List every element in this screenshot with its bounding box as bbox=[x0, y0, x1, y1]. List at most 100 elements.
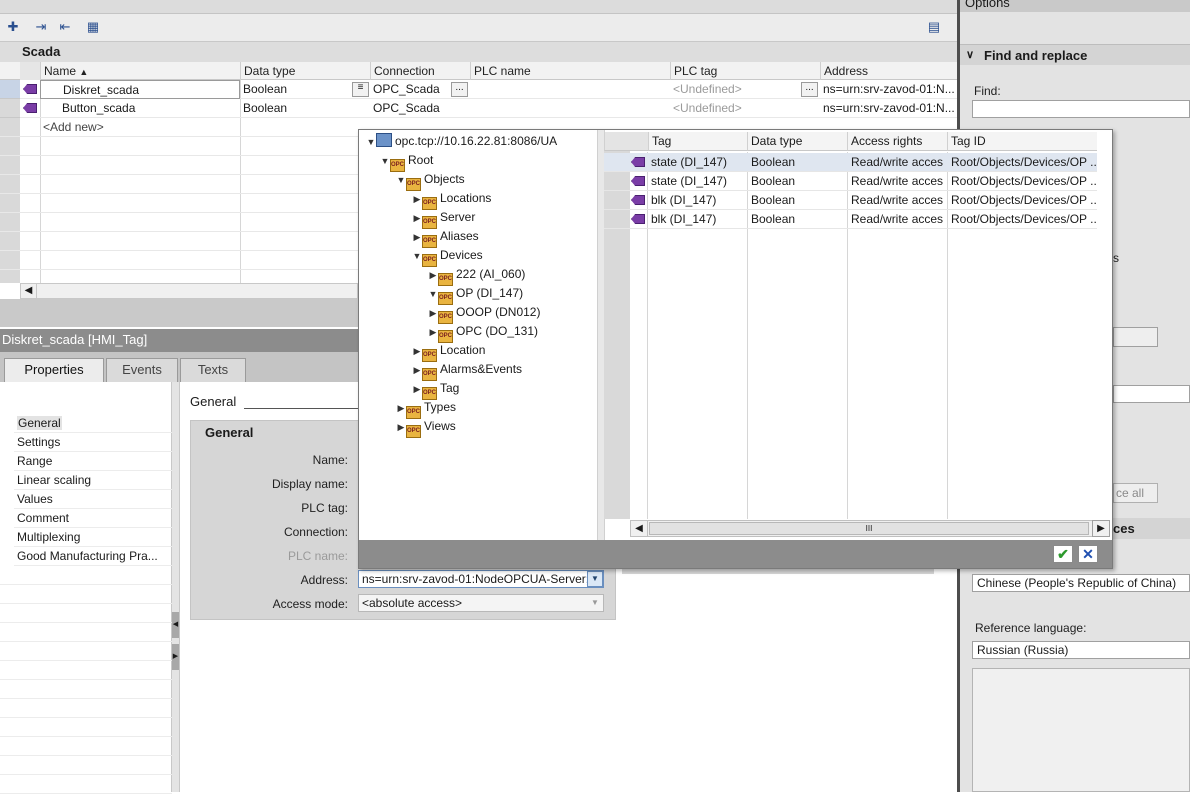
scroll-thumb[interactable]: III bbox=[649, 522, 1089, 535]
column-tag-id[interactable]: Tag ID bbox=[947, 132, 1097, 151]
expanded-icon[interactable]: ▼ bbox=[428, 285, 438, 304]
collapsed-icon[interactable]: ▶ bbox=[428, 304, 438, 323]
collapsed-icon[interactable]: ▶ bbox=[428, 323, 438, 342]
access-cell[interactable]: Read/write acces bbox=[848, 210, 947, 229]
column-tag[interactable]: Tag bbox=[648, 132, 747, 151]
tree-node-ooop[interactable]: ▶ OPC OOOP (DN012) bbox=[428, 303, 540, 324]
scroll-left-icon[interactable]: ◀ bbox=[631, 521, 648, 536]
tag-list-row[interactable]: state (DI_147) Boolean Read/write acces … bbox=[604, 172, 1097, 191]
column-connection[interactable]: Connection bbox=[370, 62, 470, 80]
plc-tag-cell[interactable]: <Undefined> bbox=[670, 80, 800, 99]
tag-cell[interactable]: state (DI_147) bbox=[648, 153, 748, 172]
nav-linear-scaling[interactable]: Linear scaling bbox=[14, 471, 172, 490]
access-mode-select[interactable]: <absolute access> bbox=[358, 594, 604, 612]
window-layout-icon[interactable]: ▤ bbox=[925, 19, 943, 35]
address-dropdown-icon[interactable]: ▼ bbox=[587, 571, 603, 587]
reference-language-select[interactable]: Russian (Russia) bbox=[972, 641, 1190, 659]
expanded-icon[interactable]: ▼ bbox=[412, 247, 422, 266]
nav-comment[interactable]: Comment bbox=[14, 509, 172, 528]
collapsed-icon[interactable]: ▶ bbox=[428, 266, 438, 285]
tree-node-aliases[interactable]: ▶ OPC Aliases bbox=[412, 227, 479, 248]
nav-multiplexing[interactable]: Multiplexing bbox=[14, 528, 172, 547]
nav-values[interactable]: Values bbox=[14, 490, 172, 509]
address-field[interactable]: ns=urn:srv-zavod-01:NodeOPCUA-Server;s bbox=[358, 570, 604, 588]
tag-id-cell[interactable]: Root/Objects/Devices/OP ... bbox=[948, 153, 1097, 172]
tree-node-views[interactable]: ▶ OPC Views bbox=[396, 417, 456, 438]
expand-right-icon[interactable]: ▶ bbox=[172, 644, 179, 670]
tree-node-locations[interactable]: ▶ OPC Locations bbox=[412, 189, 491, 210]
collapsed-icon[interactable]: ▶ bbox=[396, 418, 406, 437]
tag-name-cell[interactable]: Button_scada bbox=[40, 99, 240, 118]
tag-name-cell[interactable]: Diskret_scada bbox=[40, 80, 240, 99]
column-data-type[interactable]: Data type bbox=[240, 62, 370, 80]
plc-tag-cell[interactable]: <Undefined> bbox=[670, 99, 820, 118]
replace-button[interactable] bbox=[1113, 327, 1158, 347]
ok-check-icon[interactable]: ✔ bbox=[1053, 545, 1073, 563]
tree-node-alarms[interactable]: ▶ OPC Alarms&Events bbox=[412, 360, 522, 381]
tab-events[interactable]: Events bbox=[106, 358, 178, 382]
collapsed-icon[interactable]: ▶ bbox=[412, 342, 422, 361]
tag-id-cell[interactable]: Root/Objects/Devices/OP ... bbox=[948, 191, 1097, 210]
data-type-cell[interactable]: Boolean bbox=[240, 99, 370, 118]
collapsed-icon[interactable]: ▶ bbox=[412, 380, 422, 399]
tree-node-types[interactable]: ▶ OPC Types bbox=[396, 398, 456, 419]
collapsed-icon[interactable]: ▶ bbox=[412, 190, 422, 209]
find-input[interactable] bbox=[972, 100, 1190, 118]
tree-node-server[interactable]: ▼ opc.tcp://10.16.22.81:8086/UA bbox=[366, 132, 557, 151]
access-cell[interactable]: Read/write acces bbox=[848, 172, 947, 191]
tree-node-op[interactable]: ▼ OPC OP (DI_147) bbox=[428, 284, 523, 305]
replace-all-button[interactable]: ce all bbox=[1113, 483, 1158, 503]
editing-language-select[interactable]: Chinese (People's Republic of China) bbox=[972, 574, 1190, 592]
data-type-cell[interactable]: Boolean bbox=[748, 172, 848, 191]
data-type-list-icon[interactable]: ≡ bbox=[352, 82, 369, 97]
languages-header[interactable]: ces bbox=[1113, 518, 1190, 539]
collapsed-icon[interactable]: ▶ bbox=[412, 361, 422, 380]
expanded-icon[interactable]: ▼ bbox=[380, 152, 390, 171]
tree-node-location[interactable]: ▶ OPC Location bbox=[412, 341, 485, 362]
add-new-cell[interactable]: <Add new> bbox=[40, 118, 240, 137]
find-replace-header[interactable]: ∨ Find and replace bbox=[960, 44, 1190, 65]
tree-node-objects[interactable]: ▼ OPC Objects bbox=[396, 170, 465, 191]
tag-list-row[interactable]: blk (DI_147) Boolean Read/write acces Ro… bbox=[604, 191, 1097, 210]
tag-id-cell[interactable]: Root/Objects/Devices/OP ... bbox=[948, 172, 1097, 191]
collapsed-icon[interactable]: ▶ bbox=[412, 209, 422, 228]
collapsed-icon[interactable]: ▶ bbox=[396, 399, 406, 418]
tag-settings-icon[interactable]: ▦ bbox=[84, 19, 102, 35]
column-access-rights[interactable]: Access rights bbox=[847, 132, 947, 151]
tag-list-row[interactable]: state (DI_147) Boolean Read/write acces … bbox=[604, 153, 1097, 172]
cancel-close-icon[interactable]: ✕ bbox=[1078, 545, 1098, 563]
import-icon[interactable]: ⇤ bbox=[56, 19, 74, 35]
plc-tag-browse-button[interactable]: ... bbox=[801, 82, 818, 97]
tree-node-tag[interactable]: ▶ OPC Tag bbox=[412, 379, 459, 400]
nav-splitter[interactable]: ◀ ▶ bbox=[172, 382, 180, 792]
tag-cell[interactable]: blk (DI_147) bbox=[648, 191, 748, 210]
tag-id-cell[interactable]: Root/Objects/Devices/OP ... bbox=[948, 210, 1097, 229]
column-data-type[interactable]: Data type bbox=[747, 132, 847, 151]
data-type-cell[interactable]: Boolean bbox=[748, 191, 848, 210]
tag-list-hscrollbar[interactable]: ◀ III bbox=[630, 520, 1097, 537]
expanded-icon[interactable]: ▼ bbox=[396, 171, 406, 190]
plc-name-cell[interactable] bbox=[470, 99, 670, 118]
address-cell[interactable]: ns=urn:srv-zavod-01:N... bbox=[820, 99, 957, 118]
connection-browse-button[interactable]: ... bbox=[451, 82, 468, 97]
tree-node-root[interactable]: ▼ OPC Root bbox=[380, 151, 433, 172]
tree-node-server-obj[interactable]: ▶ OPC Server bbox=[412, 208, 475, 229]
access-cell[interactable]: Read/write acces bbox=[848, 153, 947, 172]
collapsed-icon[interactable]: ▶ bbox=[412, 228, 422, 247]
connection-cell[interactable]: OPC_Scada bbox=[370, 80, 450, 99]
tag-cell[interactable]: state (DI_147) bbox=[648, 172, 748, 191]
column-name[interactable]: Name ▲ bbox=[40, 62, 240, 80]
tree-node-devices[interactable]: ▼ OPC Devices bbox=[412, 246, 483, 267]
tag-cell[interactable]: blk (DI_147) bbox=[648, 210, 748, 229]
table-horizontal-scrollbar[interactable]: ◀ bbox=[20, 283, 358, 299]
tree-node-opc[interactable]: ▶ OPC OPC (DO_131) bbox=[428, 322, 538, 343]
nav-settings[interactable]: Settings bbox=[14, 433, 172, 452]
data-type-cell[interactable]: Boolean bbox=[748, 153, 848, 172]
table-row[interactable]: Diskret_scada Boolean ≡ OPC_Scada ... <U… bbox=[0, 80, 957, 99]
nav-gmp[interactable]: Good Manufacturing Pra... bbox=[14, 547, 172, 566]
access-mode-dropdown-icon[interactable]: ▼ bbox=[587, 595, 603, 611]
address-cell[interactable]: ns=urn:srv-zavod-01:N... bbox=[820, 80, 957, 99]
tab-texts[interactable]: Texts bbox=[180, 358, 246, 382]
access-cell[interactable]: Read/write acces bbox=[848, 191, 947, 210]
scroll-left-icon[interactable]: ◀ bbox=[21, 284, 37, 298]
